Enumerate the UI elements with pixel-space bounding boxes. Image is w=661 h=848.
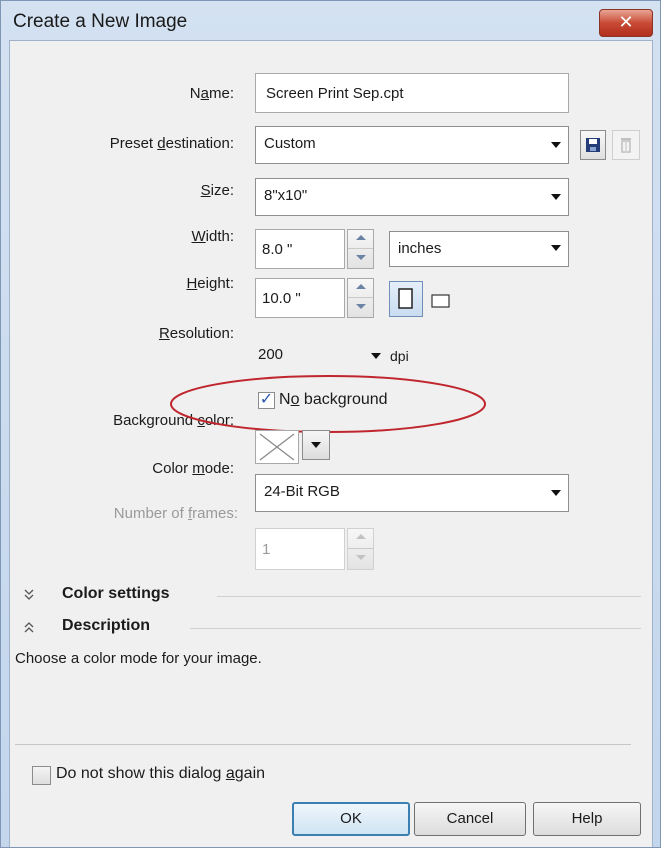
- arrow-down-icon: [356, 555, 366, 560]
- save-preset-icon: [586, 138, 600, 152]
- portrait-icon: [398, 288, 413, 309]
- help-button[interactable]: Help: [533, 802, 641, 836]
- spin-down-button[interactable]: [348, 249, 373, 268]
- divider: [190, 628, 641, 629]
- save-preset-button[interactable]: [580, 130, 606, 160]
- chevron-down-icon: [551, 142, 561, 148]
- close-icon: ✕: [618, 12, 634, 32]
- spin-up-button[interactable]: [348, 230, 373, 249]
- ok-button[interactable]: OK: [292, 802, 410, 836]
- width-label: Width:: [191, 228, 234, 245]
- collapse-icon: [24, 622, 34, 633]
- chevron-down-icon: [551, 245, 561, 251]
- color-mode-select[interactable]: 24-Bit RGB: [255, 474, 569, 512]
- frames-spinner[interactable]: [347, 528, 374, 570]
- resolution-label: Resolution:: [158, 325, 234, 342]
- arrow-up-icon: [356, 235, 366, 240]
- landscape-orientation-button[interactable]: [429, 290, 453, 312]
- color-mode-label: Color mode:: [152, 460, 234, 477]
- spin-down-button[interactable]: [348, 549, 373, 569]
- width-input[interactable]: 8.0 ": [255, 229, 345, 269]
- chevron-down-icon: [311, 442, 321, 448]
- resolution-unit: dpi: [390, 348, 409, 364]
- chevron-down-icon: [551, 194, 561, 200]
- spin-up-button[interactable]: [348, 279, 373, 298]
- arrow-down-icon: [356, 304, 366, 309]
- landscape-icon: [431, 294, 450, 308]
- preset-destination-label: Preset destination:: [109, 135, 234, 152]
- spin-down-button[interactable]: [348, 298, 373, 317]
- background-color-dropdown-button[interactable]: [302, 430, 330, 460]
- divider: [217, 596, 641, 597]
- cancel-button[interactable]: Cancel: [414, 802, 526, 836]
- delete-preset-icon: [621, 138, 631, 153]
- size-select[interactable]: 8"x10": [255, 178, 569, 216]
- portrait-orientation-button[interactable]: [389, 281, 423, 317]
- arrow-up-icon: [356, 534, 366, 539]
- no-color-icon: [259, 433, 295, 461]
- chevron-down-icon: [551, 490, 561, 496]
- delete-preset-button[interactable]: [612, 130, 640, 160]
- color-settings-section-toggle[interactable]: Color settings: [22, 584, 642, 606]
- height-label: Height:: [186, 275, 234, 292]
- description-heading: Description: [62, 617, 151, 634]
- units-select[interactable]: inches: [389, 231, 569, 267]
- title-bar[interactable]: Create a New Image ✕: [1, 1, 660, 41]
- name-label: Name:: [189, 85, 234, 102]
- height-spinner[interactable]: [347, 278, 374, 318]
- window-title: Create a New Image: [13, 11, 188, 32]
- close-button[interactable]: ✕: [599, 9, 653, 37]
- number-of-frames-label: Number of frames:: [113, 505, 238, 522]
- description-section-toggle[interactable]: Description: [22, 616, 642, 638]
- width-spinner[interactable]: [347, 229, 374, 269]
- size-label: Size:: [200, 182, 234, 199]
- name-input[interactable]: Screen Print Sep.cpt: [255, 73, 569, 113]
- arrow-down-icon: [356, 255, 366, 260]
- do-not-show-again-checkbox[interactable]: [32, 766, 51, 785]
- height-input[interactable]: 10.0 ": [255, 278, 345, 318]
- resolution-value[interactable]: 200: [258, 346, 283, 363]
- arrow-up-icon: [356, 284, 366, 289]
- background-color-swatch[interactable]: [255, 430, 299, 464]
- do-not-show-again-label[interactable]: Do not show this dialog again: [56, 765, 265, 783]
- expand-icon: [24, 589, 34, 600]
- divider: [15, 744, 631, 745]
- highlight-ellipse: [170, 375, 486, 433]
- description-text: Choose a color mode for your image.: [15, 650, 262, 667]
- preset-destination-select[interactable]: Custom: [255, 126, 569, 164]
- resolution-dropdown-arrow[interactable]: [371, 353, 381, 359]
- color-settings-heading: Color settings: [62, 585, 170, 602]
- frames-input[interactable]: 1: [255, 528, 345, 570]
- spin-up-button[interactable]: [348, 529, 373, 549]
